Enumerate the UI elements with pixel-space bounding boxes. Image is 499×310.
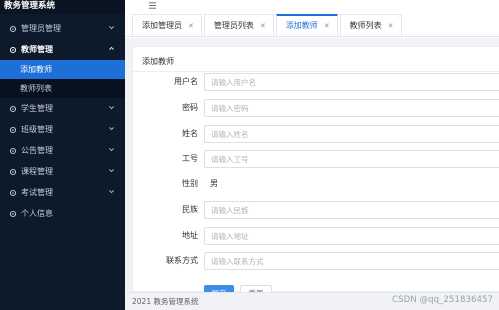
- sidebar-item-student-management[interactable]: 学生管理: [0, 98, 125, 119]
- settings-gear-icon: [8, 125, 17, 134]
- sidebar-item-label: 班级管理: [21, 125, 53, 134]
- form-row-name: 姓名: [133, 125, 499, 143]
- settings-gear-icon: [8, 45, 17, 54]
- contact-input[interactable]: [204, 252, 499, 270]
- form-row-address: 地址: [133, 227, 499, 245]
- chevron-down-icon: [109, 26, 114, 30]
- card-title: 添加教师: [142, 57, 174, 66]
- settings-gear-icon: [8, 104, 17, 113]
- sidebar-item-label: 学生管理: [21, 104, 53, 113]
- name-input[interactable]: [204, 125, 499, 143]
- contact-label: 联系方式: [166, 256, 198, 265]
- tab-teacher-list[interactable]: 教师列表 ✕: [339, 14, 402, 37]
- main-content: 添加教师 用户名 密码 姓名 工号 性别 男 民族 地址: [125, 38, 499, 302]
- employee-no-input[interactable]: [204, 150, 499, 168]
- chevron-down-icon: [109, 169, 114, 173]
- sidebar-item-admin-management[interactable]: 管理员管理: [0, 18, 125, 39]
- username-input[interactable]: [204, 73, 499, 91]
- form-row-ethnicity: 民族: [133, 201, 499, 219]
- close-icon[interactable]: ✕: [188, 15, 194, 37]
- sidebar-item-label: 课程管理: [21, 167, 53, 176]
- form-row-employee-no: 工号: [133, 150, 499, 168]
- tab-label: 管理员列表: [213, 20, 254, 30]
- menu-toggle-icon[interactable]: [148, 1, 157, 10]
- sidebar-item-teacher-list[interactable]: 教师列表: [0, 79, 125, 98]
- chevron-down-icon: [109, 106, 114, 110]
- divider: [133, 71, 499, 72]
- top-bar: [125, 0, 499, 13]
- form-row-username: 用户名: [133, 73, 499, 91]
- watermark: CSDN @qq_251836457: [392, 295, 493, 305]
- close-icon[interactable]: ✕: [324, 15, 330, 37]
- tab-add-teacher[interactable]: 添加教师 ✕: [275, 14, 338, 37]
- password-label: 密码: [182, 103, 198, 112]
- sidebar-item-label: 个人信息: [21, 209, 53, 218]
- chevron-up-icon: [109, 46, 114, 50]
- teacher-submenu: 添加教师 教师列表: [0, 60, 125, 98]
- form-row-gender: 性别 男: [133, 175, 499, 193]
- gender-label: 性别: [182, 179, 198, 188]
- sidebar-item-teacher-management[interactable]: 教师管理: [0, 39, 125, 60]
- settings-gear-icon: [8, 188, 17, 197]
- sidebar-item-exam-management[interactable]: 考试管理: [0, 182, 125, 203]
- chevron-down-icon: [109, 190, 114, 194]
- password-input[interactable]: [204, 99, 499, 117]
- sidebar-item-personal-info[interactable]: 个人信息: [0, 203, 125, 224]
- form-row-contact: 联系方式: [133, 252, 499, 270]
- name-label: 姓名: [182, 129, 198, 138]
- address-input[interactable]: [204, 227, 499, 245]
- sidebar-item-label: 管理员管理: [21, 24, 61, 33]
- chevron-down-icon: [109, 127, 114, 131]
- sidebar: 教务管理系统 管理员管理 教师管理 添加教师 教师列表 学生管理 班级管理 公告…: [0, 0, 125, 310]
- settings-gear-icon: [8, 167, 17, 176]
- tab-bar: 添加管理员 ✕ 管理员列表 ✕ 添加教师 ✕ 教师列表 ✕: [125, 13, 499, 37]
- form-row-password: 密码: [133, 99, 499, 117]
- close-icon[interactable]: ✕: [388, 15, 394, 37]
- sidebar-item-label: 公告管理: [21, 146, 53, 155]
- tab-add-admin[interactable]: 添加管理员 ✕: [132, 14, 202, 36]
- address-label: 地址: [182, 231, 198, 240]
- sidebar-item-course-management[interactable]: 课程管理: [0, 161, 125, 182]
- tab-label: 添加教师: [285, 21, 318, 30]
- tab-admin-list[interactable]: 管理员列表 ✕: [203, 14, 274, 37]
- username-label: 用户名: [174, 77, 198, 86]
- settings-gear-icon: [8, 209, 17, 218]
- tab-label: 教师列表: [349, 20, 382, 30]
- ethnicity-label: 民族: [182, 205, 198, 214]
- sidebar-item-label: 教师管理: [21, 45, 53, 54]
- settings-gear-icon: [8, 24, 17, 33]
- tab-label: 添加管理员: [142, 20, 182, 30]
- sidebar-item-class-management[interactable]: 班级管理: [0, 119, 125, 140]
- sidebar-item-label: 考试管理: [21, 188, 53, 197]
- chevron-down-icon: [109, 148, 114, 152]
- ethnicity-input[interactable]: [204, 201, 499, 219]
- close-icon[interactable]: ✕: [260, 15, 266, 37]
- gender-value[interactable]: 男: [204, 175, 499, 193]
- sidebar-item-add-teacher[interactable]: 添加教师: [0, 60, 125, 79]
- sidebar-item-notice-management[interactable]: 公告管理: [0, 140, 125, 161]
- app-title: 教务管理系统: [0, 0, 125, 14]
- form-card: 添加教师 用户名 密码 姓名 工号 性别 男 民族 地址: [132, 46, 499, 302]
- employee-no-label: 工号: [182, 154, 198, 163]
- settings-gear-icon: [8, 146, 17, 155]
